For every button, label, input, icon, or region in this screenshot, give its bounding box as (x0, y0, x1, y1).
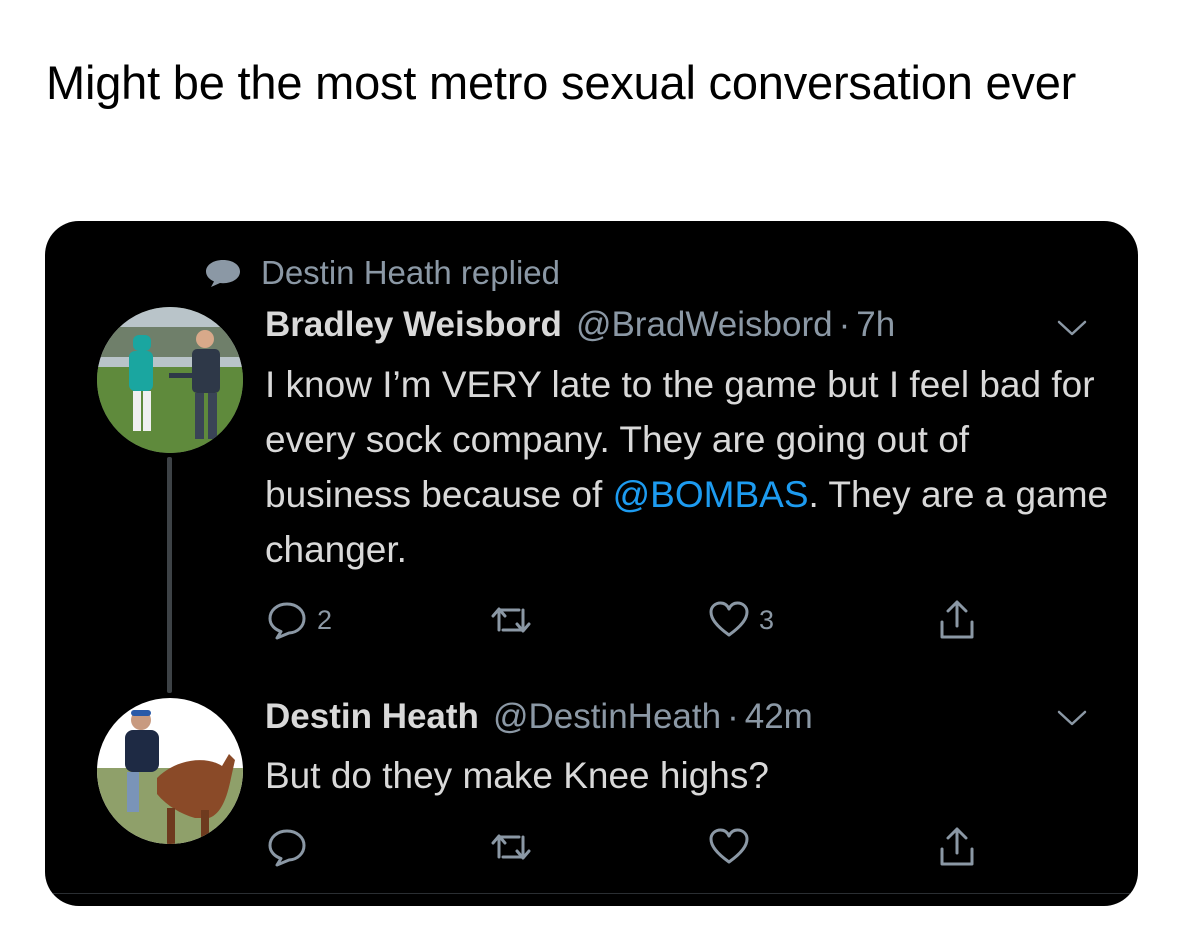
avatar-bradley-weisbord[interactable] (97, 307, 243, 453)
timestamp[interactable]: 7h (856, 305, 895, 345)
social-context: Destin Heath replied (205, 251, 560, 295)
chevron-down-icon[interactable] (1055, 707, 1089, 729)
like-count: 3 (759, 604, 775, 635)
post-caption: Might be the most metro sexual conversat… (46, 56, 1077, 109)
chevron-down-icon[interactable] (1055, 317, 1089, 339)
heart-icon (709, 828, 749, 864)
heart-icon (709, 601, 749, 637)
reply-button[interactable] (265, 823, 317, 871)
retweet-icon (491, 834, 531, 860)
retweet-icon (491, 607, 531, 633)
timestamp[interactable]: 42m (745, 697, 813, 737)
reply-button[interactable]: 2 (265, 596, 332, 644)
retweet-button[interactable] (489, 823, 541, 871)
speech-bubble-icon (206, 260, 240, 287)
share-icon (940, 600, 974, 639)
tweet-text: But do they make Knee highs? (265, 755, 769, 796)
separator-dot: · (838, 305, 851, 344)
tweet-text: I know I’m VERY late to the game but I f… (265, 364, 1109, 570)
author-handle[interactable]: @DestinHeath (493, 697, 721, 737)
card-divider (45, 893, 1138, 894)
like-button[interactable] (707, 823, 759, 871)
tweet-header: Bradley Weisbord @BradWeisbord · 7h (265, 300, 895, 350)
reply-count: 2 (317, 604, 333, 635)
reply-icon (268, 602, 306, 640)
tweet-actions: 2 3 (265, 596, 1025, 644)
author-name[interactable]: Destin Heath (265, 697, 479, 737)
tweet-thread-card: Destin Heath replied Bradley Weisbord @B… (45, 221, 1138, 906)
separator-dot: · (727, 697, 739, 736)
social-context-text: Destin Heath replied (261, 254, 560, 291)
retweet-button[interactable] (489, 596, 541, 644)
tweet-header: Destin Heath @DestinHeath · 42m (265, 692, 813, 742)
share-button[interactable] (935, 823, 979, 871)
reply-icon (268, 829, 306, 867)
share-button[interactable] (935, 596, 979, 644)
author-name[interactable]: Bradley Weisbord (265, 305, 562, 345)
like-button[interactable]: 3 (707, 596, 774, 644)
author-handle[interactable]: @BradWeisbord (576, 305, 833, 345)
share-icon (940, 827, 974, 866)
avatar-destin-heath[interactable] (97, 698, 243, 844)
thread-connector-line (167, 457, 172, 693)
mention-link[interactable]: @BOMBAS (613, 474, 809, 515)
tweet-actions (265, 823, 1025, 871)
